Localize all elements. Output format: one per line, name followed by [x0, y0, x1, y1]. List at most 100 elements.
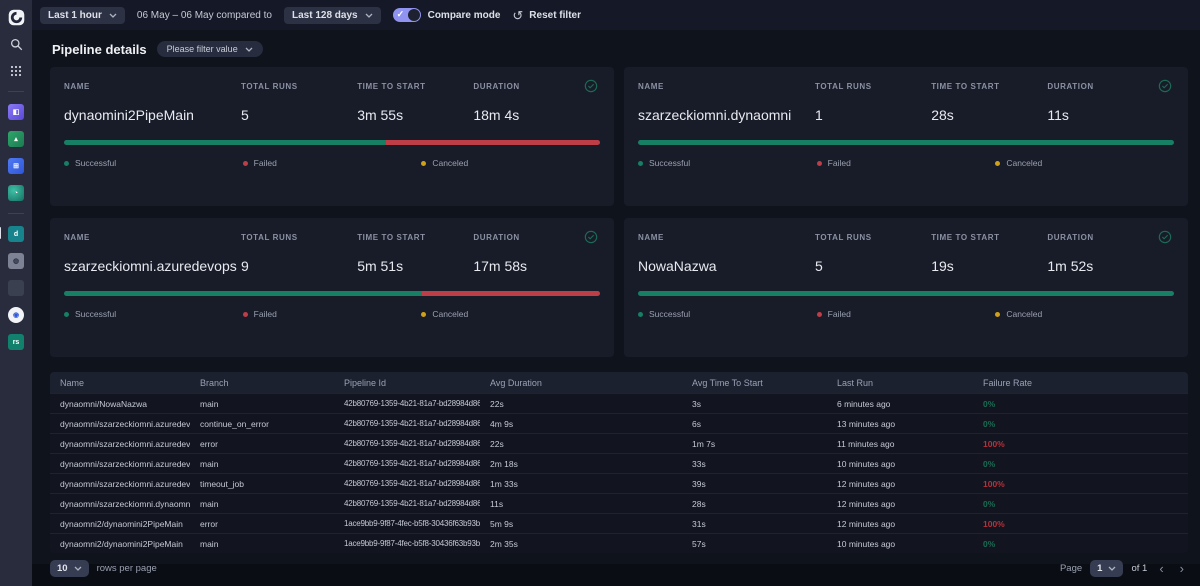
apps-grid-icon[interactable] — [7, 62, 25, 80]
check-circle-icon — [584, 79, 600, 93]
card-header-duration: DURATION — [473, 82, 584, 91]
card-pipeline-name: szarzeckiomni.dynaomni — [638, 107, 815, 123]
avg-time-to-start-cell: 1m 7s — [682, 439, 827, 449]
card-duration: 1m 52s — [1047, 258, 1158, 274]
teal-globe-app-icon[interactable]: ◔ — [7, 184, 25, 202]
pipeline-card: NAME TOTAL RUNS TIME TO START DURATION N… — [624, 218, 1188, 357]
legend-failed: Failed — [817, 158, 996, 168]
green-media-app-icon[interactable]: ▴ — [7, 130, 25, 148]
table-footer: 10 rows per page Page 1 of 1 ‹ › — [50, 560, 1188, 577]
card-header-time-to-start: TIME TO START — [357, 82, 473, 91]
failed-bar-segment — [386, 140, 600, 145]
card-time-to-start: 5m 51s — [357, 258, 473, 274]
dark-placeholder-app-icon[interactable] — [7, 279, 25, 297]
next-page-button[interactable]: › — [1176, 562, 1188, 575]
compare-mode-label: Compare mode — [428, 10, 501, 21]
branch-cell: error — [190, 439, 334, 449]
compare-mode-toggle[interactable]: ✓ — [393, 8, 421, 22]
card-duration: 18m 4s — [473, 107, 584, 123]
filter-value-dropdown[interactable]: Please filter value — [157, 41, 263, 57]
card-total-runs: 9 — [241, 258, 357, 274]
card-header-name: NAME — [638, 233, 815, 242]
card-header-time-to-start: TIME TO START — [357, 233, 473, 242]
teal-d-app-icon-active[interactable]: d — [7, 225, 25, 243]
gray-app-icon[interactable]: ◍ — [7, 252, 25, 270]
chevron-down-icon — [245, 47, 253, 52]
name-cell: dynaomni/szarzeckiomni.azuredevops — [50, 459, 190, 469]
successful-bar-segment — [64, 291, 422, 296]
avg-duration-cell: 2m 35s — [480, 539, 682, 549]
run-status-bar — [64, 291, 600, 296]
avg-duration-cell: 22s — [480, 399, 682, 409]
table-row[interactable]: dynaomni/NowaNazwamain42b80769-1359-4b21… — [50, 393, 1188, 413]
pipeline-card: NAME TOTAL RUNS TIME TO START DURATION d… — [50, 67, 614, 206]
successful-bar-segment — [64, 140, 386, 145]
table-row[interactable]: dynaomni/szarzeckiomni.azuredevopserror4… — [50, 433, 1188, 453]
failed-dot-icon — [817, 312, 822, 317]
teal-rs-app-icon[interactable]: rs — [7, 333, 25, 351]
reset-filter-button[interactable]: ↺ Reset filter — [512, 9, 581, 22]
purple-cube-app-icon[interactable]: ◧ — [7, 103, 25, 121]
failure-rate-cell: 100% — [973, 439, 1188, 449]
pipeline-card: NAME TOTAL RUNS TIME TO START DURATION s… — [624, 67, 1188, 206]
avg-duration-cell: 2m 18s — [480, 459, 682, 469]
blue-grid-app-icon[interactable]: ⊞ — [7, 157, 25, 175]
card-header-total-runs: TOTAL RUNS — [241, 233, 357, 242]
dynatrace-logo-icon[interactable] — [7, 8, 25, 26]
white-circle-app-icon[interactable]: ◉ — [7, 306, 25, 324]
name-cell: dynaomni/szarzeckiomni.azuredevops — [50, 439, 190, 449]
compare-range-dropdown[interactable]: Last 128 days — [284, 7, 381, 24]
card-header-total-runs: TOTAL RUNS — [241, 82, 357, 91]
canceled-dot-icon — [995, 161, 1000, 166]
rows-per-page-value: 10 — [57, 563, 68, 574]
name-cell: dynaomni/NowaNazwa — [50, 399, 190, 409]
col-header-pipeline-id[interactable]: Pipeline Id — [334, 378, 480, 388]
rows-per-page-dropdown[interactable]: 10 — [50, 560, 89, 577]
card-duration: 11s — [1047, 107, 1158, 123]
card-header-total-runs: TOTAL RUNS — [815, 82, 931, 91]
reset-filter-label: Reset filter — [529, 10, 581, 21]
chevron-down-icon — [109, 13, 117, 18]
col-header-name[interactable]: Name — [50, 378, 190, 388]
avg-time-to-start-cell: 3s — [682, 399, 827, 409]
failure-rate-cell: 0% — [973, 399, 1188, 409]
legend-canceled: Canceled — [421, 158, 600, 168]
canceled-dot-icon — [421, 312, 426, 317]
avg-duration-cell: 5m 9s — [480, 519, 682, 529]
avg-time-to-start-cell: 39s — [682, 479, 827, 489]
col-header-avg-duration[interactable]: Avg Duration — [480, 378, 682, 388]
table-row[interactable]: dynaomni/szarzeckiomni.azuredevopsmain42… — [50, 453, 1188, 473]
table-row[interactable]: dynaomni/szarzeckiomni.dynaomnimain42b80… — [50, 493, 1188, 513]
col-header-avg-time-to-start[interactable]: Avg Time To Start — [682, 378, 827, 388]
table-row[interactable]: dynaomni/szarzeckiomni.azuredevopscontin… — [50, 413, 1188, 433]
col-header-branch[interactable]: Branch — [190, 378, 334, 388]
search-icon[interactable] — [7, 35, 25, 53]
card-header-total-runs: TOTAL RUNS — [815, 233, 931, 242]
last-run-cell: 11 minutes ago — [827, 439, 973, 449]
table-row[interactable]: dynaomni2/dynaomini2PipeMainmain1ace9bb9… — [50, 533, 1188, 553]
successful-dot-icon — [638, 161, 643, 166]
previous-page-button[interactable]: ‹ — [1155, 562, 1167, 575]
last-run-cell: 10 minutes ago — [827, 459, 973, 469]
card-header-time-to-start: TIME TO START — [931, 82, 1047, 91]
col-header-failure-rate[interactable]: Failure Rate — [973, 378, 1188, 388]
table-header-row: Name Branch Pipeline Id Avg Duration Avg… — [50, 372, 1188, 393]
legend-failed: Failed — [243, 158, 422, 168]
table-row[interactable]: dynaomni2/dynaomini2PipeMainerror1ace9bb… — [50, 513, 1188, 533]
legend-successful: Successful — [638, 158, 817, 168]
page-label: Page — [1060, 563, 1082, 574]
branch-cell: main — [190, 539, 334, 549]
legend-failed: Failed — [817, 309, 996, 319]
canceled-dot-icon — [421, 161, 426, 166]
table-row[interactable]: dynaomni/szarzeckiomni.azuredevopstimeou… — [50, 473, 1188, 493]
compare-date-text: 06 May – 06 May compared to — [137, 10, 272, 21]
run-status-bar — [638, 140, 1174, 145]
successful-dot-icon — [64, 161, 69, 166]
card-time-to-start: 19s — [931, 258, 1047, 274]
pipeline-id-cell: 42b80769-1359-4b21-81a7-bd28984d86af/6 — [334, 479, 480, 488]
col-header-last-run[interactable]: Last Run — [827, 378, 973, 388]
last-run-cell: 6 minutes ago — [827, 399, 973, 409]
time-range-dropdown[interactable]: Last 1 hour — [40, 7, 125, 24]
pipeline-id-cell: 42b80769-1359-4b21-81a7-bd28984d86af/6 — [334, 419, 480, 428]
page-number-dropdown[interactable]: 1 — [1090, 560, 1123, 577]
